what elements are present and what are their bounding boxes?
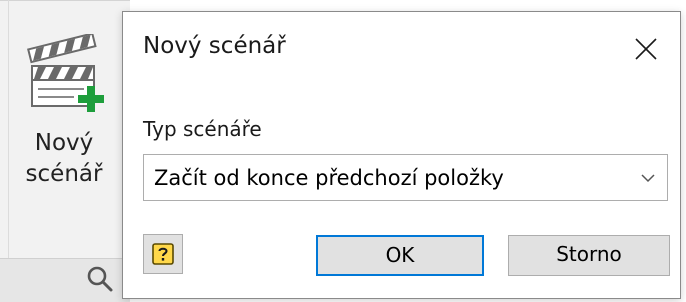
close-button[interactable] [623,26,669,72]
help-button[interactable] [143,234,183,274]
cancel-button[interactable]: Storno [508,235,670,276]
new-scenario-dialog: Nový scénář Typ scénáře Začít od konce p… [122,11,681,299]
scenario-type-label: Typ scénáře [143,117,262,141]
ribbon-panel: Nový scénář [0,0,130,302]
chevron-down-icon [641,174,655,183]
new-scenario-ribbon-label: Nový scénář [25,130,103,187]
clapperboard-add-icon [27,34,104,112]
scenario-type-value: Začít od konce předchozí položky [154,166,504,190]
dialog-title: Nový scénář [143,33,286,59]
scenario-type-select[interactable]: Začít od konce předchozí položky [143,154,668,201]
search-icon[interactable] [86,265,114,293]
ribbon-top-divider [0,0,130,1]
new-scenario-ribbon-button[interactable]: Nový scénář [12,20,120,220]
close-icon [635,38,657,60]
ok-button[interactable]: OK [316,235,484,276]
help-icon [152,243,174,265]
app-root: Nový scénář Nový scénář Typ scénáře Začí… [0,0,686,302]
ribbon-group-divider [8,0,9,258]
